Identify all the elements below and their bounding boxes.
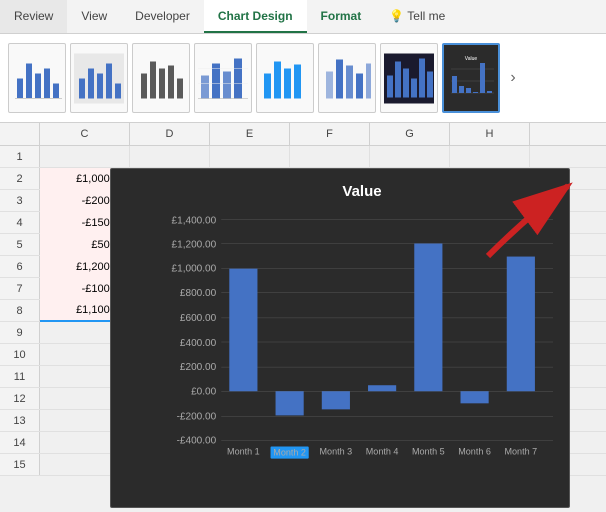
table-row: 1 [0,146,606,168]
svg-text:£1,400.00: £1,400.00 [172,215,217,226]
ribbon-scroll-right[interactable]: › [504,43,522,113]
cell-e1[interactable] [210,146,290,168]
col-header-g[interactable]: G [370,123,450,145]
tab-chart-design[interactable]: Chart Design [204,0,307,33]
svg-text:Month 4: Month 4 [366,447,399,457]
cell-d1[interactable] [130,146,210,168]
svg-text:Month 5: Month 5 [412,447,445,457]
row-number: 2 [0,168,40,189]
chart-style-8[interactable]: Value [442,43,500,113]
chart-style-2[interactable] [70,43,128,113]
ribbon: Review View Developer Chart Design Forma… [0,0,606,123]
cell-h1[interactable] [450,146,530,168]
row-number: 1 [0,146,40,167]
row-number: 3 [0,190,40,211]
chart-style-4[interactable] [194,43,252,113]
tab-review[interactable]: Review [0,0,67,33]
chart[interactable]: Value .grid-line { stroke: #555; stroke-… [110,168,570,508]
svg-text:Month 2: Month 2 [273,448,306,458]
column-headers: C D E F G H [0,123,606,146]
ribbon-tab-bar: Review View Developer Chart Design Forma… [0,0,606,34]
svg-text:£600.00: £600.00 [180,313,217,324]
chart-area: .grid-line { stroke: #555; stroke-width:… [171,210,553,470]
chart-style-7[interactable] [380,43,438,113]
col-header-d[interactable]: D [130,123,210,145]
svg-text:Value: Value [465,56,478,62]
cell-c1[interactable] [40,146,130,168]
bar-month3 [322,391,350,409]
row-number: 11 [0,366,40,387]
grid-area: 1 2 £1,000.00 3 -£200.00 [0,146,606,512]
svg-text:Month 3: Month 3 [320,447,353,457]
chart-title: Value [171,183,553,200]
cell-g1[interactable] [370,146,450,168]
row-number: 15 [0,454,40,475]
bar-month4 [368,385,396,391]
bar-month5 [414,243,442,391]
bar-month7 [507,257,535,392]
tab-view[interactable]: View [67,0,121,33]
svg-text:£800.00: £800.00 [180,288,217,299]
tab-format[interactable]: Format [307,0,376,33]
row-number: 8 [0,300,40,321]
cell-f1[interactable] [290,146,370,168]
svg-text:Month 6: Month 6 [458,447,491,457]
svg-text:£200.00: £200.00 [180,362,217,373]
tab-tell-me[interactable]: 💡 Tell me [375,0,459,33]
chart-styles-group: Value › [0,34,606,122]
row-header-spacer [0,123,40,145]
chart-style-6[interactable] [318,43,376,113]
chart-style-5[interactable] [256,43,314,113]
svg-text:-£200.00: -£200.00 [177,411,217,422]
svg-text:£400.00: £400.00 [180,338,217,349]
row-number: 12 [0,388,40,409]
row-number: 14 [0,432,40,453]
tab-developer[interactable]: Developer [121,0,204,33]
row-number: 9 [0,322,40,343]
chart-style-3[interactable] [132,43,190,113]
row-number: 13 [0,410,40,431]
svg-text:Month 7: Month 7 [505,447,538,457]
col-header-h[interactable]: H [450,123,530,145]
col-header-f[interactable]: F [290,123,370,145]
row-number: 7 [0,278,40,299]
col-header-c[interactable]: C [40,123,130,145]
bar-month1 [229,269,257,392]
chart-svg: .grid-line { stroke: #555; stroke-width:… [171,210,553,470]
row-number: 10 [0,344,40,365]
row-number: 6 [0,256,40,277]
col-header-e[interactable]: E [210,123,290,145]
svg-text:-£400.00: -£400.00 [177,436,217,447]
bar-month2 [276,391,304,415]
row-number: 5 [0,234,40,255]
chart-style-1[interactable] [8,43,66,113]
row-number: 4 [0,212,40,233]
bar-month6 [461,391,489,403]
svg-text:£0.00: £0.00 [191,386,217,397]
svg-text:£1,000.00: £1,000.00 [172,264,217,275]
svg-text:£1,200.00: £1,200.00 [172,240,217,251]
svg-text:Month 1: Month 1 [227,447,260,457]
